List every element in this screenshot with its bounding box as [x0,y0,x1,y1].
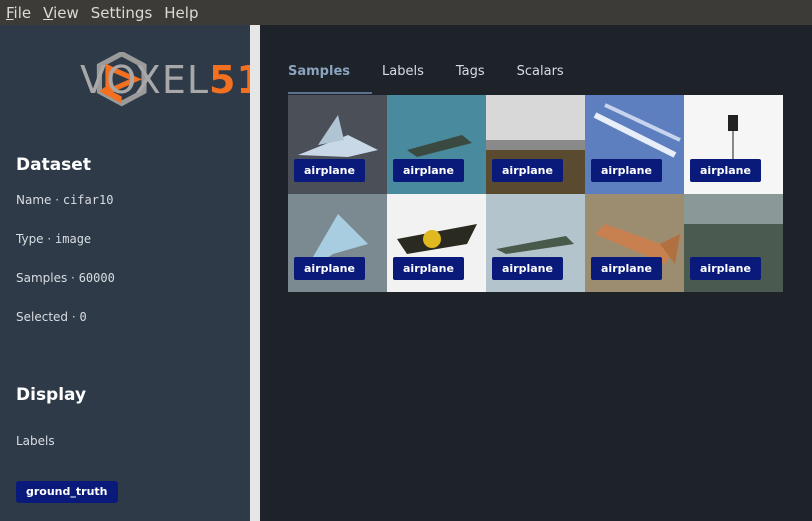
sample-tile[interactable]: airplane [288,193,387,292]
sample-tile[interactable]: airplane [387,193,486,292]
dataset-heading: Dataset [16,155,91,175]
sample-label-badge: airplane [393,257,464,280]
dataset-selected: Selected · 0 [16,310,87,324]
sample-label-badge: airplane [294,257,365,280]
pane-divider[interactable] [250,25,260,521]
menu-bar: File View Settings Help [0,0,812,25]
display-heading: Display [16,385,87,405]
menu-view[interactable]: View [43,4,79,22]
menu-help[interactable]: Help [164,4,198,22]
sample-label-badge: airplane [492,257,563,280]
sample-label-badge: airplane [492,158,563,182]
tab-samples[interactable]: Samples [288,62,350,92]
sample-tile[interactable]: airplane [387,95,486,194]
view-tabs: Samples Labels Tags Scalars [288,62,596,92]
active-tab-indicator [288,92,372,94]
ground-truth-pill[interactable]: ground_truth [16,481,118,503]
menu-file[interactable]: File [6,4,31,22]
dataset-samples: Samples · 60000 [16,271,115,285]
sample-tile[interactable]: airplane [486,193,585,292]
sample-tile[interactable]: airplane [585,95,684,194]
sample-label-badge: airplane [690,158,761,182]
tab-scalars[interactable]: Scalars [517,62,564,92]
sample-tile[interactable]: airplane [585,193,684,292]
sample-tile[interactable]: airplane [684,193,783,292]
tab-labels[interactable]: Labels [382,62,424,92]
dataset-type: Type · image [16,232,92,246]
sample-tile[interactable]: airplane [486,95,585,194]
sample-label-badge: airplane [690,257,761,280]
sample-label-badge: airplane [591,158,662,182]
sample-label-badge: airplane [393,158,464,182]
menu-settings[interactable]: Settings [91,4,153,22]
labels-label: Labels [16,434,55,448]
sample-tile[interactable]: airplane [288,95,387,194]
sample-tile[interactable]: airplane [684,95,783,194]
sample-label-badge: airplane [591,257,662,280]
tab-tags[interactable]: Tags [456,62,485,92]
logo-wordmark: VOXEL51 [80,58,264,102]
dataset-name: Name · cifar10 [16,193,114,207]
sample-grid: airplane airplane airplane airplane airplane… [288,95,783,292]
sample-label-badge: airplane [294,158,365,182]
